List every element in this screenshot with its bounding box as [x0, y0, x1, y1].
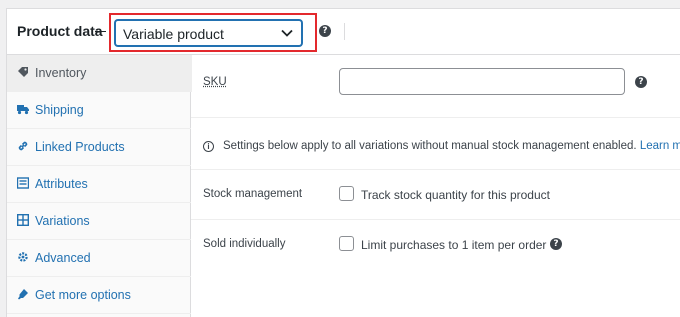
- divider: [191, 117, 680, 118]
- product-type-select[interactable]: Variable product: [115, 20, 302, 46]
- product-data-tabs: Inventory Shipping Linked Products Attri…: [7, 55, 192, 317]
- product-type-value: Variable product: [123, 26, 224, 42]
- tab-linked-products[interactable]: Linked Products: [7, 129, 191, 166]
- tab-label: Linked Products: [35, 140, 125, 154]
- highlight-box: Variable product: [109, 13, 317, 52]
- stock-management-label: Stock management: [203, 188, 303, 200]
- gear-icon: [18, 252, 28, 262]
- tab-label: Get more options: [35, 288, 131, 302]
- info-icon: i: [203, 141, 214, 152]
- sold-individually-checkbox-label[interactable]: Limit purchases to 1 item per order: [361, 238, 546, 252]
- panel-title: Product data: [17, 23, 103, 39]
- tab-variations[interactable]: Variations: [7, 203, 191, 240]
- sku-help-icon[interactable]: ?: [635, 76, 647, 88]
- track-stock-checkbox[interactable]: [339, 186, 354, 201]
- variations-notice: Settings below apply to all variations w…: [223, 140, 680, 152]
- tab-label: Advanced: [35, 251, 91, 265]
- tab-inventory[interactable]: Inventory: [7, 55, 192, 92]
- tab-label: Inventory: [35, 66, 87, 80]
- attributes-list-icon: [17, 177, 29, 189]
- inventory-icon: [18, 67, 28, 77]
- product-data-header: Product data Variable product ?: [7, 9, 680, 55]
- tab-advanced[interactable]: Advanced: [7, 240, 191, 277]
- tab-shipping[interactable]: Shipping: [7, 92, 191, 129]
- header-separator: [344, 23, 345, 40]
- divider: [191, 219, 680, 220]
- grid-icon: [17, 214, 29, 226]
- tab-get-more-options[interactable]: Get more options: [7, 277, 191, 314]
- sold-individually-checkbox[interactable]: [339, 236, 354, 251]
- tab-label: Attributes: [35, 177, 88, 191]
- divider: [191, 169, 680, 170]
- chevron-down-icon: [281, 29, 293, 37]
- track-stock-label[interactable]: Track stock quantity for this product: [361, 188, 550, 202]
- tab-label: Variations: [35, 214, 90, 228]
- title-dash: [95, 31, 106, 32]
- sku-input[interactable]: [339, 68, 625, 95]
- product-data-panel: Product data Variable product ? Inventor…: [6, 8, 680, 317]
- tab-attributes[interactable]: Attributes: [7, 166, 191, 203]
- learn-more-link[interactable]: Learn more: [640, 140, 680, 152]
- link-icon: [18, 141, 28, 151]
- sold-individually-help-icon[interactable]: ?: [550, 238, 562, 250]
- truck-icon: [17, 105, 29, 115]
- help-icon[interactable]: ?: [319, 25, 331, 37]
- tab-label: Shipping: [35, 103, 84, 117]
- sku-label: SKU: [203, 76, 227, 88]
- inventory-panel: SKU ? i Settings below apply to all vari…: [191, 55, 680, 317]
- plugins-icon: [18, 289, 28, 300]
- sold-individually-label: Sold individually: [203, 238, 286, 250]
- notice-text: Settings below apply to all variations w…: [223, 140, 637, 152]
